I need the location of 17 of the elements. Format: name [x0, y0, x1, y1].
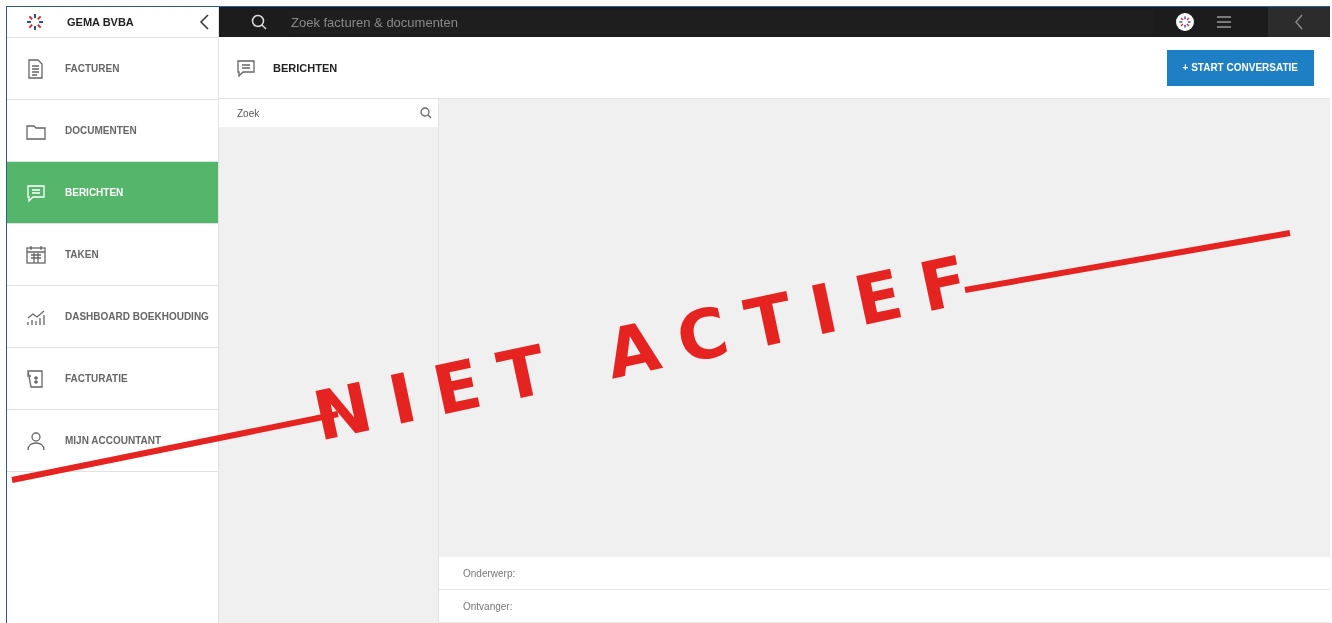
start-conversation-button[interactable]: + START CONVERSATIE: [1166, 49, 1314, 86]
field-label: Ontvanger:: [463, 600, 513, 612]
conversation-search-field[interactable]: Zoek: [219, 99, 438, 127]
chevron-left-icon: [1294, 13, 1304, 31]
search-icon: [420, 107, 432, 119]
field-label: Onderwerp:: [463, 567, 516, 579]
search-icon[interactable]: [251, 14, 267, 30]
page-title: BERICHTEN: [273, 61, 339, 74]
chevron-left-icon[interactable]: [198, 13, 210, 31]
company-name: GEMA BVBA: [67, 16, 135, 28]
logo-icon: [25, 12, 45, 32]
person-icon: [25, 429, 47, 452]
avatar-icon[interactable]: [1176, 13, 1194, 31]
menu-icon[interactable]: [1216, 16, 1232, 28]
calendar-icon: [25, 243, 47, 266]
logo-icon: [1178, 15, 1192, 29]
search-input[interactable]: Zoek: [235, 106, 420, 120]
